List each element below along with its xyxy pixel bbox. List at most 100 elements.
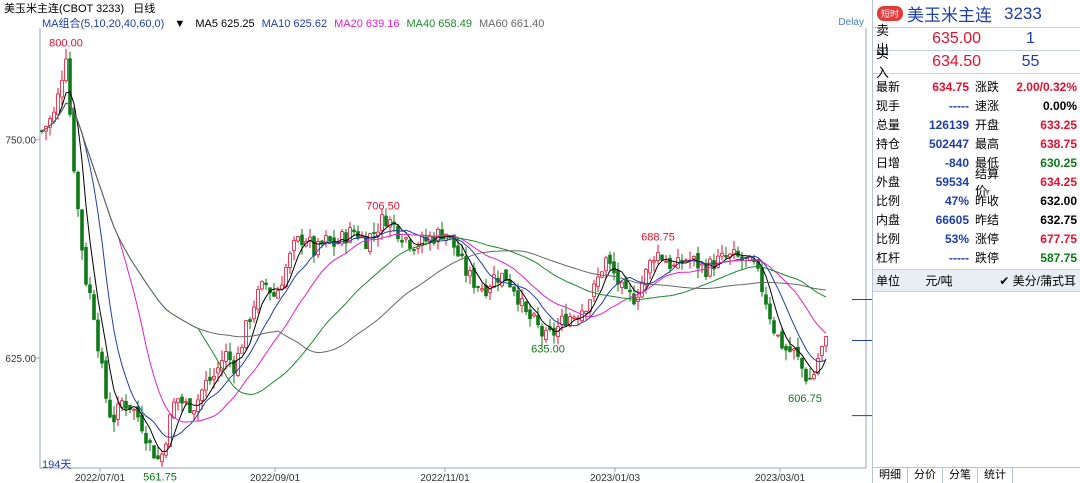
stat-label: 速涨 <box>975 99 1000 113</box>
candle-body <box>60 79 64 98</box>
stat-value: 2.00/0.32% <box>1016 79 1077 94</box>
ma-legend: MA组合(5,10,20,40,60,0) ▼ MA5 625.25 MA10 6… <box>42 15 558 30</box>
candle-body <box>776 334 780 337</box>
candle-body <box>312 236 316 256</box>
short-tag-badge: 短时 <box>877 6 904 21</box>
candle-body <box>92 294 96 320</box>
candle-body <box>724 255 728 258</box>
unit-value: 元/吨 <box>925 274 953 288</box>
candle-body <box>592 283 596 298</box>
stat-label: 杠杆 <box>876 251 901 265</box>
candle-body <box>64 58 68 82</box>
candle-body <box>56 93 60 115</box>
stat-row: 现手 ----- 速涨 0.00% <box>873 96 1080 115</box>
tab-1[interactable]: 分价 <box>908 468 943 483</box>
candle-body <box>72 110 76 172</box>
candle-body <box>456 245 460 257</box>
unit-select[interactable]: ✔ 美分/蒲式耳 <box>969 272 1080 289</box>
candle-body <box>460 253 464 257</box>
candle-body <box>108 399 112 418</box>
candle-body <box>520 298 524 307</box>
candle-body <box>464 256 468 276</box>
stat-label: 总量 <box>876 118 901 132</box>
chart-area[interactable]: 750.00 625.00 2022/07/01 2022/09/01 2022/11/… <box>0 0 872 483</box>
candle-body <box>620 281 624 288</box>
candle-body <box>808 377 812 380</box>
candle-body <box>512 286 516 292</box>
candle-body <box>480 288 484 291</box>
candle-body <box>540 326 544 337</box>
stats-table: 最新 634.75 涨跌 2.00/0.32% 现手 ----- 速涨 0.00% 总量 1261… <box>873 74 1080 270</box>
candle-body <box>88 284 92 294</box>
candle-body <box>172 401 176 419</box>
candle-body <box>212 375 216 380</box>
candle-body <box>528 309 532 320</box>
candle-body <box>160 453 164 463</box>
candle-body <box>80 209 84 251</box>
candle-body <box>236 353 240 376</box>
panel-header: 短时 美玉米主连 3233 <box>873 0 1080 28</box>
candle-body <box>644 269 648 286</box>
candle-body <box>288 253 292 268</box>
instrument-code: 3233 <box>1004 3 1042 23</box>
candle-body <box>324 235 328 243</box>
candle-body <box>100 351 104 364</box>
candle-body <box>764 294 768 305</box>
stat-row: 杠杆 ----- 跌停 587.75 <box>873 248 1080 267</box>
candle-body <box>412 249 416 251</box>
candle-body <box>476 286 480 288</box>
candle-body <box>584 310 588 314</box>
stat-label: 比例 <box>876 194 901 208</box>
stat-row: 总量 126139 开盘 633.25 <box>873 115 1080 134</box>
x-tick-label: 2023/01/03 <box>590 473 640 483</box>
candle-body <box>352 229 356 233</box>
tab-0[interactable]: 明细 <box>873 468 908 483</box>
candle-body <box>784 346 788 351</box>
candle-body <box>116 403 120 420</box>
candle-body <box>208 376 212 381</box>
x-tick-label: 2022/07/01 <box>75 473 125 483</box>
candle-body <box>608 254 612 264</box>
stat-label: 昨收 <box>975 194 1000 208</box>
candle-body <box>760 267 764 293</box>
ma-values: MA5 625.25 MA10 625.62 MA20 639.16 MA40 658… <box>195 18 551 30</box>
candle-body <box>96 319 100 352</box>
stat-value: 66605 <box>935 212 969 227</box>
candlestick-chart[interactable]: 750.00 625.00 2022/07/01 2022/09/01 2022/11/… <box>0 0 872 483</box>
ma-group-dropdown-icon[interactable]: ▼ <box>174 18 185 30</box>
price-annotation: 635.00 <box>531 344 565 356</box>
candle-body <box>112 414 116 423</box>
candle-body <box>656 252 660 261</box>
tab-2[interactable]: 分笔 <box>943 468 978 483</box>
days-count: 194天 <box>42 459 72 471</box>
stat-value: 632.00 <box>1040 193 1077 208</box>
candle-body <box>672 264 676 267</box>
candle-body <box>384 215 388 227</box>
candle-body <box>516 290 520 305</box>
buy-label: 买入 <box>876 46 890 80</box>
candle-body <box>224 351 228 362</box>
price-annotation: 688.75 <box>641 232 675 244</box>
chart-period[interactable]: 日线 <box>133 3 155 15</box>
candle-body <box>564 313 568 326</box>
stat-row: 持仓 502447 最高 638.75 <box>873 134 1080 153</box>
ma-group-label[interactable]: MA组合(5,10,20,40,60,0) <box>42 18 164 30</box>
stat-row: 外盘 59534 结算价▾ 634.25 <box>873 167 1080 198</box>
stat-label: 涨跌 <box>975 80 1000 94</box>
stat-value: 502447 <box>928 136 969 151</box>
candle-body <box>820 346 824 356</box>
candle-body <box>244 320 248 348</box>
candle-body <box>524 301 528 313</box>
stat-value: 630.25 <box>1040 155 1077 170</box>
chart-title-bar: 美玉米主连(CBOT 3233) 日线 <box>4 0 161 15</box>
x-tick-label: 2022/09/01 <box>250 473 300 483</box>
sell-volume: 1 <box>1026 30 1035 47</box>
candle-body <box>780 331 784 349</box>
stat-value: ----- <box>949 98 969 113</box>
stat-value: 587.75 <box>1040 250 1077 265</box>
price-annotation: 561.75 <box>143 471 177 483</box>
buy-row: 买入 634.50 55 <box>873 46 1080 80</box>
candle-body <box>184 400 188 403</box>
candle-body <box>368 233 372 252</box>
tab-3[interactable]: 统计 <box>978 468 1013 483</box>
